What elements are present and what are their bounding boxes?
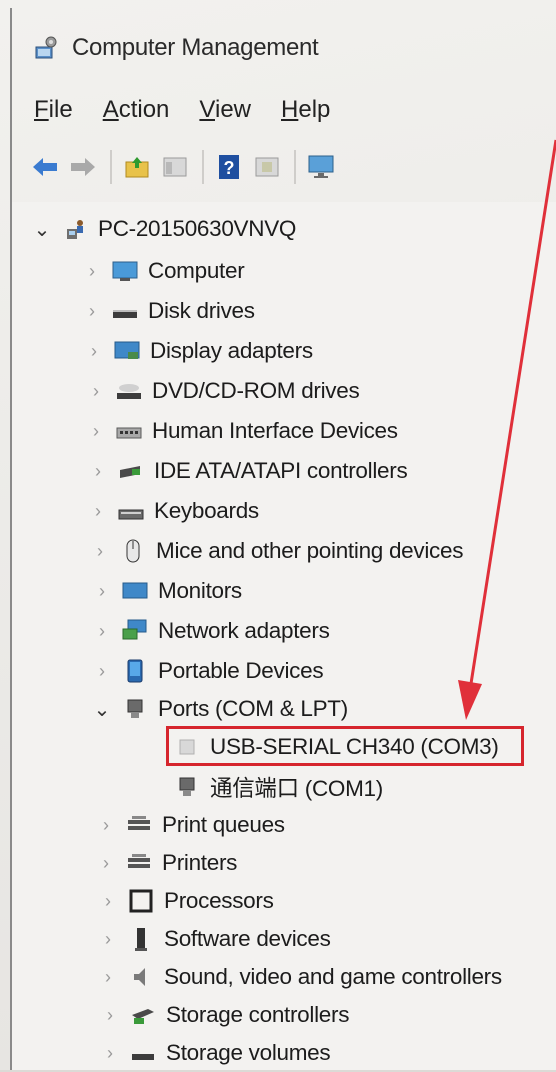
processor-icon (126, 888, 156, 914)
tree-item-portable-devices[interactable]: › Portable Devices (92, 652, 324, 690)
tree-item-storage-volumes[interactable]: › Storage volumes (100, 1034, 331, 1072)
expand-chevron-icon[interactable]: › (88, 461, 108, 482)
expand-chevron-icon[interactable]: › (82, 261, 102, 282)
expand-chevron-icon[interactable]: › (98, 929, 118, 950)
expand-chevron-icon[interactable]: › (98, 891, 118, 912)
computer-icon (110, 258, 140, 284)
back-icon[interactable] (30, 152, 60, 182)
expand-chevron-icon[interactable]: › (100, 1005, 120, 1026)
tree-item-dvd-cd-rom-drives[interactable]: › DVD/CD-ROM drives (86, 372, 360, 410)
up-folder-icon[interactable] (122, 152, 152, 182)
port-icon (120, 696, 150, 722)
tree-item-keyboards[interactable]: › Keyboards (88, 492, 259, 530)
portable-device-icon (120, 658, 150, 684)
storage-volume-icon (128, 1040, 158, 1066)
show-hide-tree-icon[interactable] (160, 152, 190, 182)
expand-chevron-icon[interactable]: › (92, 661, 112, 682)
tree-root[interactable]: ⌄ PC-20150630VNVQ (32, 210, 297, 248)
tree-item-ports-com-lpt[interactable]: ⌄ Ports (COM & LPT) (92, 690, 349, 728)
mouse-icon (118, 538, 148, 564)
tree-item-mice-and-other-pointing-devices[interactable]: › Mice and other pointing devices (90, 532, 463, 570)
expand-chevron-icon[interactable]: › (90, 541, 110, 562)
expand-chevron-icon[interactable]: › (96, 853, 116, 874)
expand-chevron-icon[interactable]: › (100, 1043, 120, 1064)
tree-item-ide-ata-atapi-controllers[interactable]: › IDE ATA/ATAPI controllers (88, 452, 408, 490)
help-icon[interactable]: ? (214, 152, 244, 182)
collapse-chevron-icon[interactable]: ⌄ (32, 217, 52, 242)
monitor-icon[interactable] (306, 152, 336, 182)
expand-chevron-icon[interactable]: › (86, 421, 106, 442)
tree-item-sound-video-game-controllers[interactable]: › Sound, video and game controllers (98, 958, 502, 996)
pc-icon (60, 216, 90, 242)
toolbar-separator (202, 150, 204, 184)
tree-item-storage-controllers[interactable]: › Storage controllers (100, 996, 349, 1034)
device-tree: ⌄ PC-20150630VNVQ › Computer › Disk driv… (12, 202, 556, 1070)
hid-icon (114, 418, 144, 444)
menu-help[interactable]: Help (281, 96, 330, 124)
computer-management-window: Computer Management File Action View Hel… (0, 0, 556, 1070)
highlight-box (166, 726, 524, 766)
software-device-icon (126, 926, 156, 952)
expand-chevron-icon[interactable]: › (84, 341, 104, 362)
tree-item-print-queues[interactable]: › Print queues (96, 806, 285, 844)
toolbar: ? (12, 142, 556, 192)
keyboard-icon (116, 498, 146, 524)
network-adapter-icon (120, 618, 150, 644)
menu-action[interactable]: Action (103, 96, 170, 124)
expand-chevron-icon[interactable]: › (92, 621, 112, 642)
expand-chevron-icon[interactable]: › (82, 301, 102, 322)
printer-icon (124, 850, 154, 876)
toolbar-separator (294, 150, 296, 184)
expand-chevron-icon[interactable]: › (92, 581, 112, 602)
expand-chevron-icon[interactable]: › (86, 381, 106, 402)
tree-item-software-devices[interactable]: › Software devices (98, 920, 331, 958)
expand-chevron-icon[interactable]: › (88, 501, 108, 522)
computer-management-icon (34, 35, 60, 61)
window-title: Computer Management (72, 34, 319, 61)
computer-name: PC-20150630VNVQ (98, 216, 297, 241)
collapse-chevron-icon[interactable]: ⌄ (92, 697, 112, 722)
tree-item-monitors[interactable]: › Monitors (92, 572, 242, 610)
storage-controller-icon (128, 1002, 158, 1028)
tree-item-display-adapters[interactable]: › Display adapters (84, 332, 313, 370)
tree-item-human-interface-devices[interactable]: › Human Interface Devices (86, 412, 398, 450)
sound-icon (126, 964, 156, 990)
export-list-icon[interactable] (252, 152, 282, 182)
dvd-drive-icon (114, 378, 144, 404)
toolbar-separator (110, 150, 112, 184)
tree-item-network-adapters[interactable]: › Network adapters (92, 612, 330, 650)
svg-text:?: ? (224, 158, 235, 178)
expand-chevron-icon[interactable]: › (98, 967, 118, 988)
tree-item-disk-drives[interactable]: › Disk drives (82, 292, 255, 330)
display-adapter-icon (112, 338, 142, 364)
title-bar: Computer Management (12, 18, 556, 78)
menu-view[interactable]: View (199, 96, 251, 124)
print-queue-icon (124, 812, 154, 838)
monitor-device-icon (120, 578, 150, 604)
menu-bar: File Action View Help (12, 88, 556, 132)
tree-item-com1-port[interactable]: 通信端口 (COM1) (172, 768, 383, 806)
com-port-icon (172, 774, 202, 800)
expand-chevron-icon[interactable]: › (96, 815, 116, 836)
ide-controller-icon (116, 458, 146, 484)
tree-item-printers[interactable]: › Printers (96, 844, 237, 882)
forward-icon[interactable] (68, 152, 98, 182)
disk-drive-icon (110, 298, 140, 324)
tree-item-computer[interactable]: › Computer (82, 252, 245, 290)
menu-file[interactable]: File (34, 96, 73, 124)
tree-item-processors[interactable]: › Processors (98, 882, 274, 920)
